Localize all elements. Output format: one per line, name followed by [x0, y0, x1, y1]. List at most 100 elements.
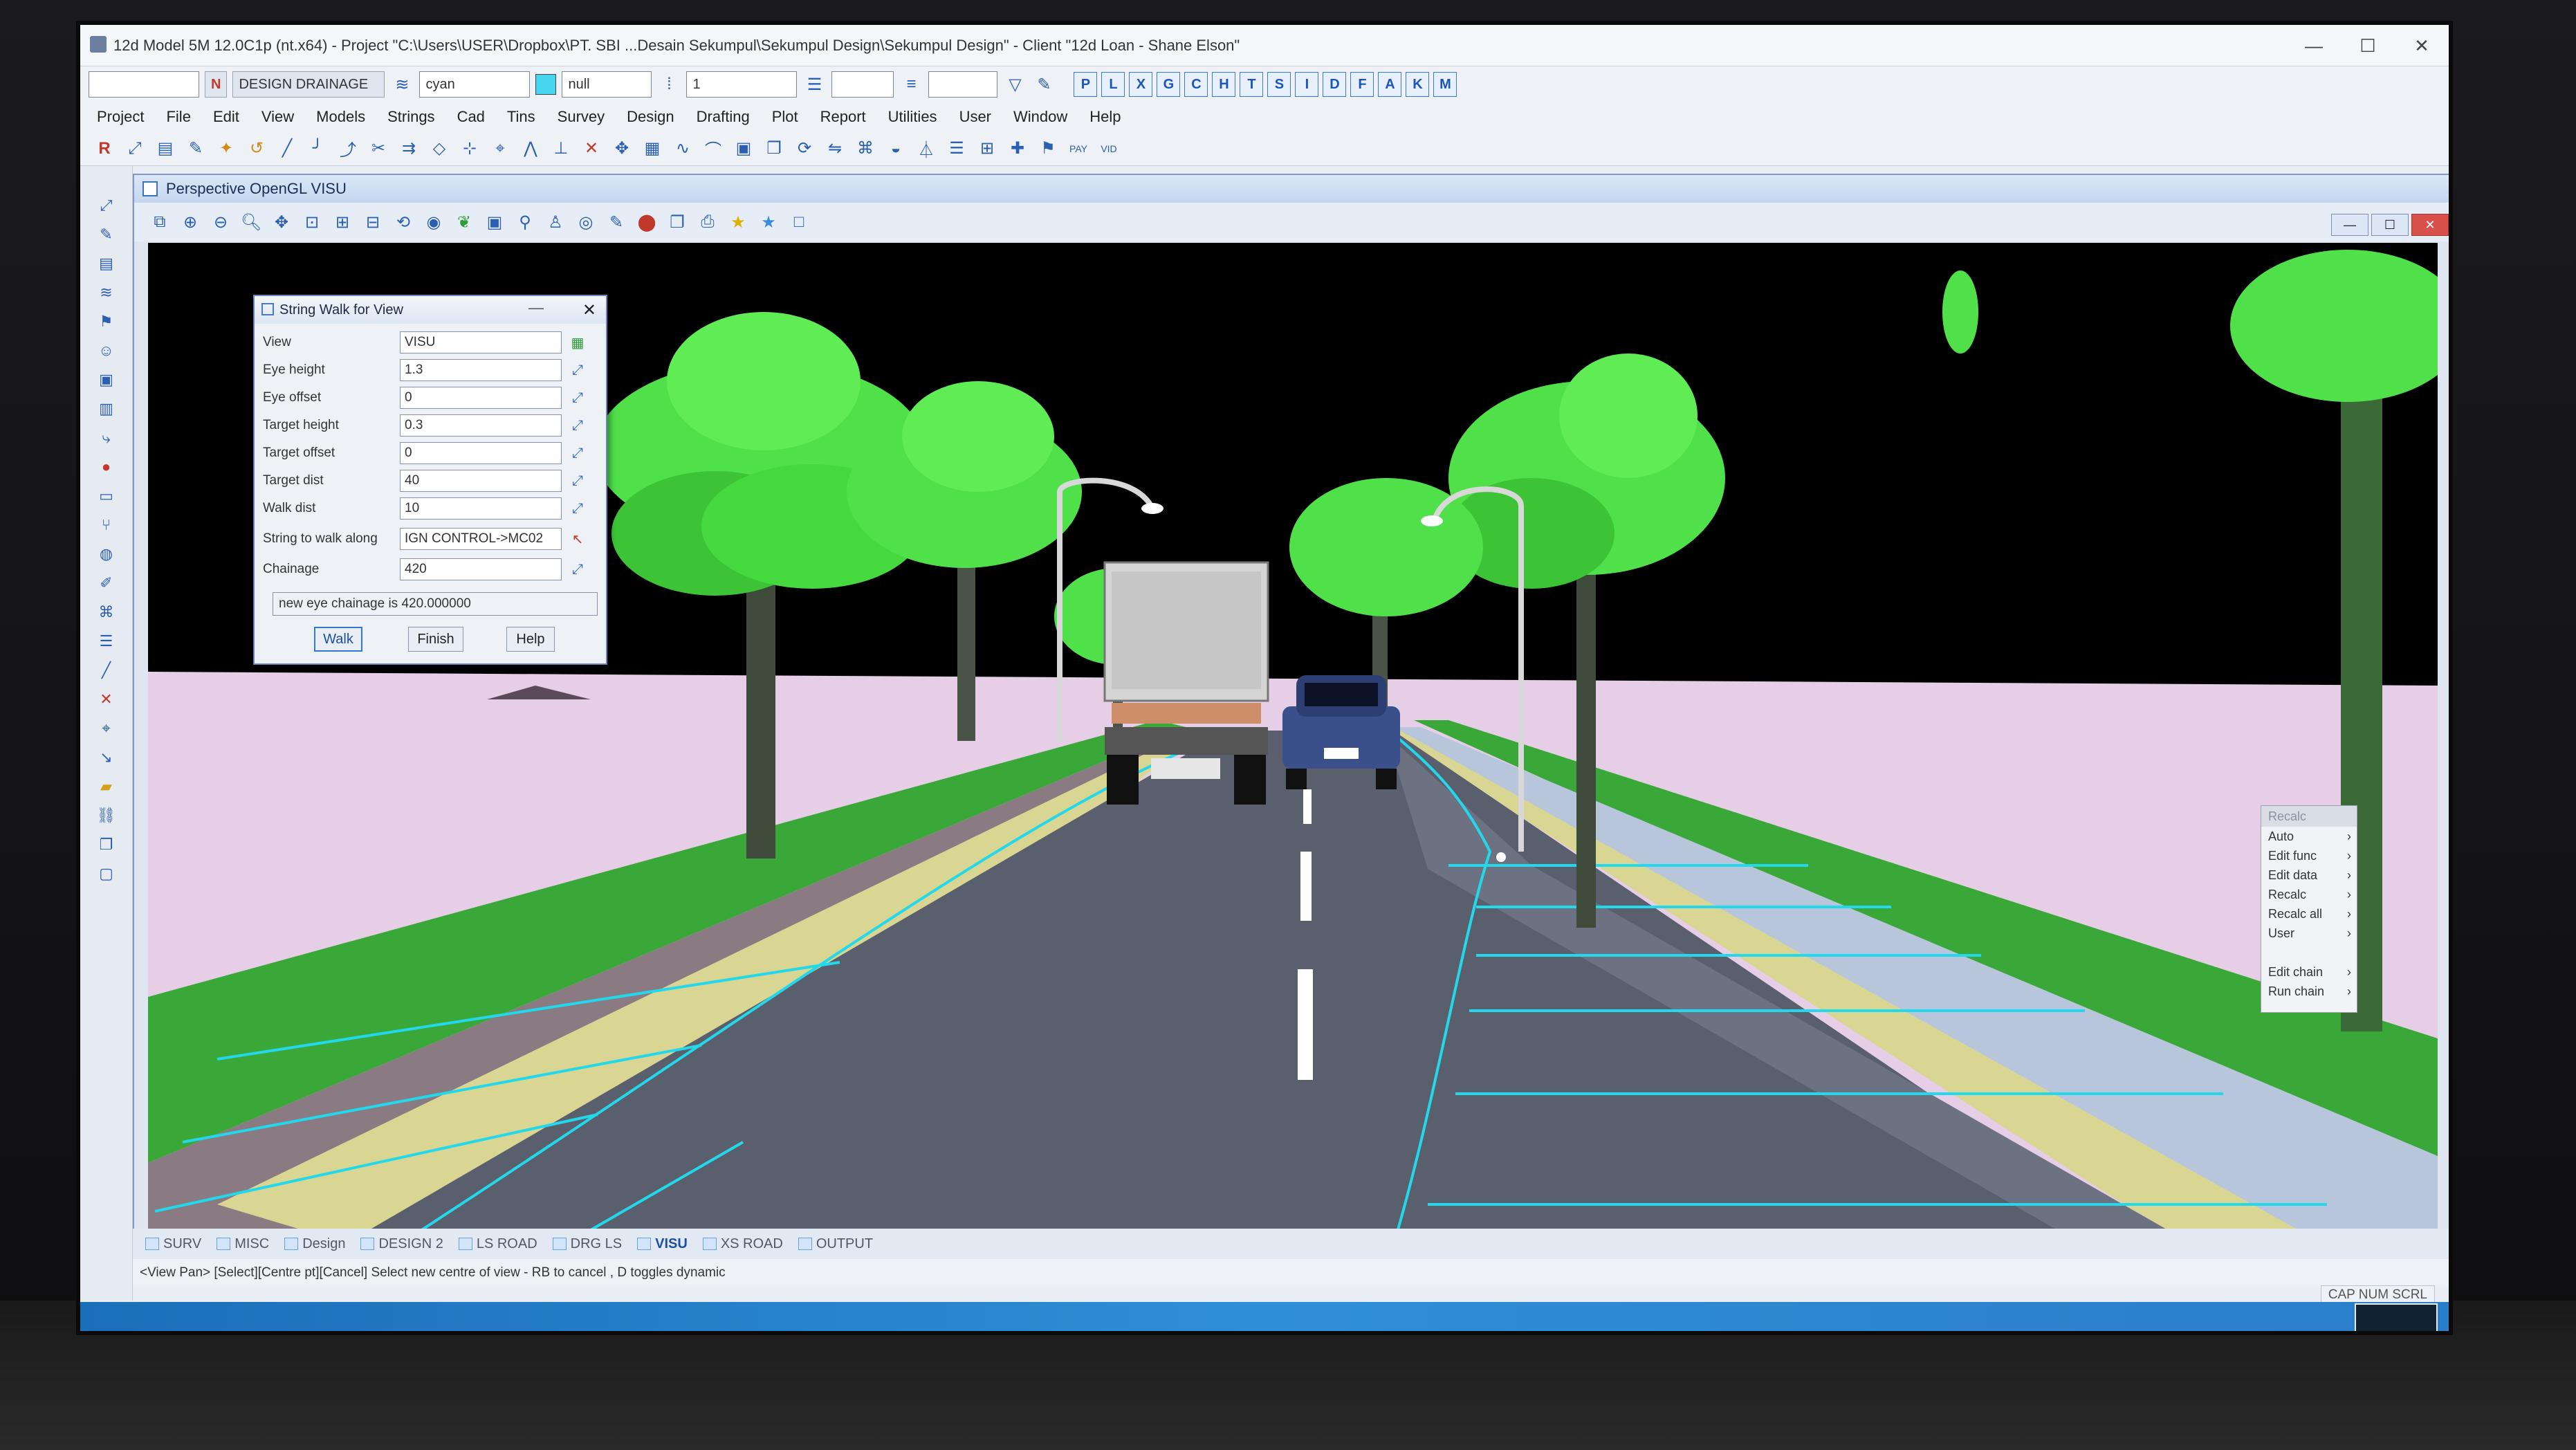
tab-output[interactable]: OUTPUT	[798, 1236, 873, 1252]
eye-icon[interactable]: ◉	[422, 210, 445, 234]
menu-item-run-chain[interactable]: Run chain ›	[2261, 982, 2357, 1001]
target-dist-pick-icon[interactable]: ⤢	[567, 470, 588, 492]
eye-offset-input[interactable]: 0	[400, 387, 562, 409]
filter-dropdown-icon[interactable]: ▽	[1003, 73, 1027, 96]
help-button[interactable]: Help	[506, 627, 555, 652]
pick-icon[interactable]: ⤢	[123, 137, 147, 160]
copy-icon[interactable]: ❐	[762, 137, 786, 160]
weight-pick-icon[interactable]: ☰	[802, 73, 826, 96]
grid-icon[interactable]: ▦	[641, 137, 664, 160]
pen-icon[interactable]: ✎	[184, 137, 208, 160]
menu-window[interactable]: Window	[1013, 108, 1067, 126]
zoom-plus-icon[interactable]: ⊕	[178, 210, 202, 234]
target-dist-input[interactable]: 40	[400, 470, 562, 492]
new-flag-button[interactable]: N	[205, 71, 228, 98]
walk-button[interactable]: Walk	[314, 627, 362, 652]
node-icon[interactable]: ◇	[427, 137, 451, 160]
view-minimize-button[interactable]: —	[2331, 214, 2368, 236]
window-icon[interactable]: ▢	[95, 862, 118, 885]
letter-button[interactable]: T	[1240, 72, 1264, 97]
style-pick-icon[interactable]: ⁞	[657, 73, 681, 96]
menu-item-edit-func[interactable]: Edit func ›	[2261, 846, 2357, 865]
pin-icon[interactable]: ⌖	[95, 717, 118, 740]
tag-icon[interactable]: ⚑	[1036, 137, 1060, 160]
vertex-icon[interactable]: ⌖	[488, 137, 512, 160]
pan-icon[interactable]: ✥	[270, 210, 293, 234]
person-icon[interactable]: ♙	[544, 210, 567, 234]
copy-icon[interactable]: ❐	[95, 833, 118, 856]
dialog-minimize-icon[interactable]: —	[528, 299, 544, 317]
square-icon[interactable]: □	[787, 210, 811, 234]
pay-icon[interactable]: PAY	[1067, 137, 1090, 160]
colour-field[interactable]: cyan	[419, 71, 531, 98]
sweep-icon[interactable]: ◒	[884, 137, 908, 160]
polyline-icon[interactable]: ⋀	[519, 137, 542, 160]
fillet-icon[interactable]: ╯	[306, 137, 329, 160]
eye-offset-pick-icon[interactable]: ⤢	[567, 387, 588, 409]
star-icon[interactable]: ★	[726, 210, 750, 234]
doc-icon[interactable]: ▭	[95, 484, 118, 508]
offset-icon[interactable]: ⇉	[397, 137, 421, 160]
pencil-icon[interactable]: ✎	[605, 210, 628, 234]
tab-surv[interactable]: SURV	[145, 1236, 201, 1252]
finish-button[interactable]: Finish	[408, 627, 463, 652]
string-icon[interactable]: ▤	[154, 137, 177, 160]
letter-button[interactable]: P	[1074, 72, 1098, 97]
menu-help[interactable]: Help	[1089, 108, 1121, 126]
select-icon[interactable]: ⤢	[95, 194, 118, 217]
ruler-icon[interactable]: ⊞	[975, 137, 999, 160]
person-icon[interactable]: ☺	[95, 339, 118, 362]
align-icon[interactable]: ⊹	[458, 137, 481, 160]
tab-xs-road[interactable]: XS ROAD	[702, 1236, 783, 1252]
menu-report[interactable]: Report	[820, 108, 866, 126]
target-height-input[interactable]: 0.3	[400, 414, 562, 437]
letter-button[interactable]: G	[1157, 72, 1181, 97]
target-height-pick-icon[interactable]: ⤢	[567, 414, 588, 437]
menu-view[interactable]: View	[261, 108, 294, 126]
letter-button[interactable]: S	[1267, 72, 1291, 97]
letter-button[interactable]: X	[1129, 72, 1153, 97]
chart-icon[interactable]: ▥	[95, 397, 118, 421]
box-icon[interactable]: ▣	[732, 137, 755, 160]
pencil-icon[interactable]: ✎	[95, 223, 118, 246]
extend-icon[interactable]: ⤴	[336, 137, 360, 160]
menu-file[interactable]: File	[166, 108, 190, 126]
print-icon[interactable]: ⎙	[696, 210, 719, 234]
filter-icon[interactable]: ⏃	[914, 137, 938, 160]
target-offset-input[interactable]: 0	[400, 442, 562, 464]
rotate-view-icon[interactable]: ⟲	[392, 210, 415, 234]
tag-icon[interactable]: ⚑	[95, 310, 118, 333]
menu-survey[interactable]: Survey	[558, 108, 605, 126]
menu-item-edit-data[interactable]: Edit data ›	[2261, 865, 2357, 885]
target-offset-pick-icon[interactable]: ⤢	[567, 442, 588, 464]
letter-button[interactable]: L	[1101, 72, 1125, 97]
dimension-icon[interactable]: ⊥	[549, 137, 573, 160]
view-close-button[interactable]: ✕	[2411, 214, 2449, 236]
route-icon[interactable]: ⤷	[95, 426, 118, 450]
folder-icon[interactable]: ▰	[95, 775, 118, 798]
target-icon[interactable]: ◎	[574, 210, 598, 234]
walk-dist-input[interactable]: 10	[400, 497, 562, 520]
menu-item-recalc-all[interactable]: Recalc all ›	[2261, 904, 2357, 924]
move-icon[interactable]: ✥	[610, 137, 634, 160]
weight-field[interactable]: 1	[686, 71, 798, 98]
string-pick-icon[interactable]: ↖	[567, 528, 588, 550]
walk-dist-pick-icon[interactable]: ⤢	[567, 497, 588, 520]
taskbar-tray[interactable]	[2355, 1303, 2438, 1331]
hook-icon[interactable]: ↺	[245, 137, 268, 160]
walk-icon[interactable]: ⚲	[513, 210, 537, 234]
zoom-extent-icon[interactable]: ⊞	[331, 210, 354, 234]
copy-icon[interactable]: ❐	[665, 210, 689, 234]
render-icon[interactable]: ⬤	[635, 210, 659, 234]
vid-icon[interactable]: VID	[1097, 137, 1121, 160]
camera-icon[interactable]: ▣	[483, 210, 506, 234]
menu-item-user[interactable]: User ›	[2261, 924, 2357, 943]
tab-ls-road[interactable]: LS ROAD	[458, 1236, 537, 1252]
dialog-close-icon[interactable]: ✕	[582, 300, 596, 320]
list-icon[interactable]: ☰	[95, 630, 118, 653]
menu-drafting[interactable]: Drafting	[697, 108, 750, 126]
branch-icon[interactable]: ⑂	[95, 513, 118, 537]
menu-user[interactable]: User	[959, 108, 991, 126]
globe-icon[interactable]: ◍	[95, 542, 118, 566]
tab-design[interactable]: Design	[284, 1236, 345, 1252]
